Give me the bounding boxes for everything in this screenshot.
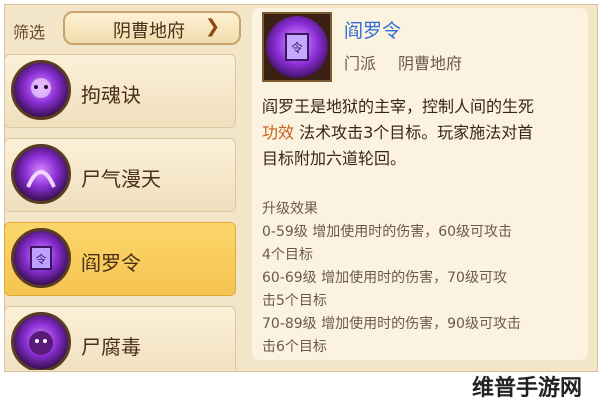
skill-description: 阎罗王是地狱的主宰，控制人间的生死 功效 法术攻击3个目标。玩家施法对首 目标附…: [262, 94, 588, 172]
skill-label: 尸腐毒: [81, 335, 141, 359]
skill-label: 阎罗令: [81, 251, 141, 275]
upgrade-line: 70-89级 增加使用时的伤害，90级可攻击: [262, 316, 521, 332]
skill-item[interactable]: 尸腐毒: [4, 306, 236, 370]
upgrade-line: 4个目标: [262, 247, 313, 263]
desc-line-rest: 法术攻击3个目标。玩家施法对首: [299, 123, 534, 142]
desc-line: 目标附加六道轮回。: [262, 149, 407, 168]
upgrade-line: 击5个目标: [262, 293, 327, 309]
skill-label: 尸气漫天: [81, 167, 161, 191]
upgrade-effects: 升级效果 0-59级 增加使用时的伤害，60级可攻击 4个目标 60-69级 增…: [262, 198, 588, 354]
skill-label: 拘魂诀: [81, 83, 141, 107]
skill-item[interactable]: 尸气漫天: [4, 138, 236, 212]
skill-title: 阎罗令: [344, 20, 402, 42]
sect-dropdown-value: 阴曹地府: [113, 21, 185, 42]
watermark: 维普手游网: [472, 376, 583, 401]
skill-item-selected[interactable]: 令 阎罗令: [4, 222, 236, 296]
upgrade-line: 60-69级 增加使用时的伤害，70级可攻: [262, 270, 507, 286]
effect-highlight: 功效: [262, 123, 295, 142]
sect-dropdown[interactable]: 阴曹地府 ❯: [63, 11, 241, 45]
skill-icon: 令: [11, 228, 71, 288]
desc-line: 阎罗王是地狱的主宰，控制人间的生死: [262, 97, 535, 116]
filter-label: 筛选: [13, 23, 46, 42]
upgrade-line: 0-59级 增加使用时的伤害，60级可攻击: [262, 224, 513, 240]
desc-line: 功效 法术攻击3个目标。玩家施法对首: [262, 120, 588, 146]
skill-detail-icon: 令: [262, 12, 332, 82]
svg-text:令: 令: [36, 252, 47, 266]
skill-orb-icon: 令: [266, 16, 328, 78]
chevron-down-icon: ❯: [205, 16, 221, 37]
svg-text:令: 令: [291, 40, 303, 55]
sect-value: 阴曹地府: [398, 54, 463, 73]
skill-icon: [11, 312, 71, 370]
skill-detail-panel: 令 阎罗令 门派 阴曹地府 阎罗王是地狱的主宰，控制人间的生死 功效 法术攻击3…: [252, 8, 588, 360]
skill-icon: [11, 60, 71, 120]
upgrade-line: 击6个目标: [262, 339, 327, 354]
sect-label: 门派: [344, 54, 377, 73]
skill-icon: [11, 144, 71, 204]
upgrade-title: 升级效果: [262, 201, 318, 217]
skill-item[interactable]: 拘魂诀: [4, 54, 236, 128]
skill-list: 拘魂诀 尸气漫天 令 阎罗令 尸腐毒: [4, 54, 240, 370]
